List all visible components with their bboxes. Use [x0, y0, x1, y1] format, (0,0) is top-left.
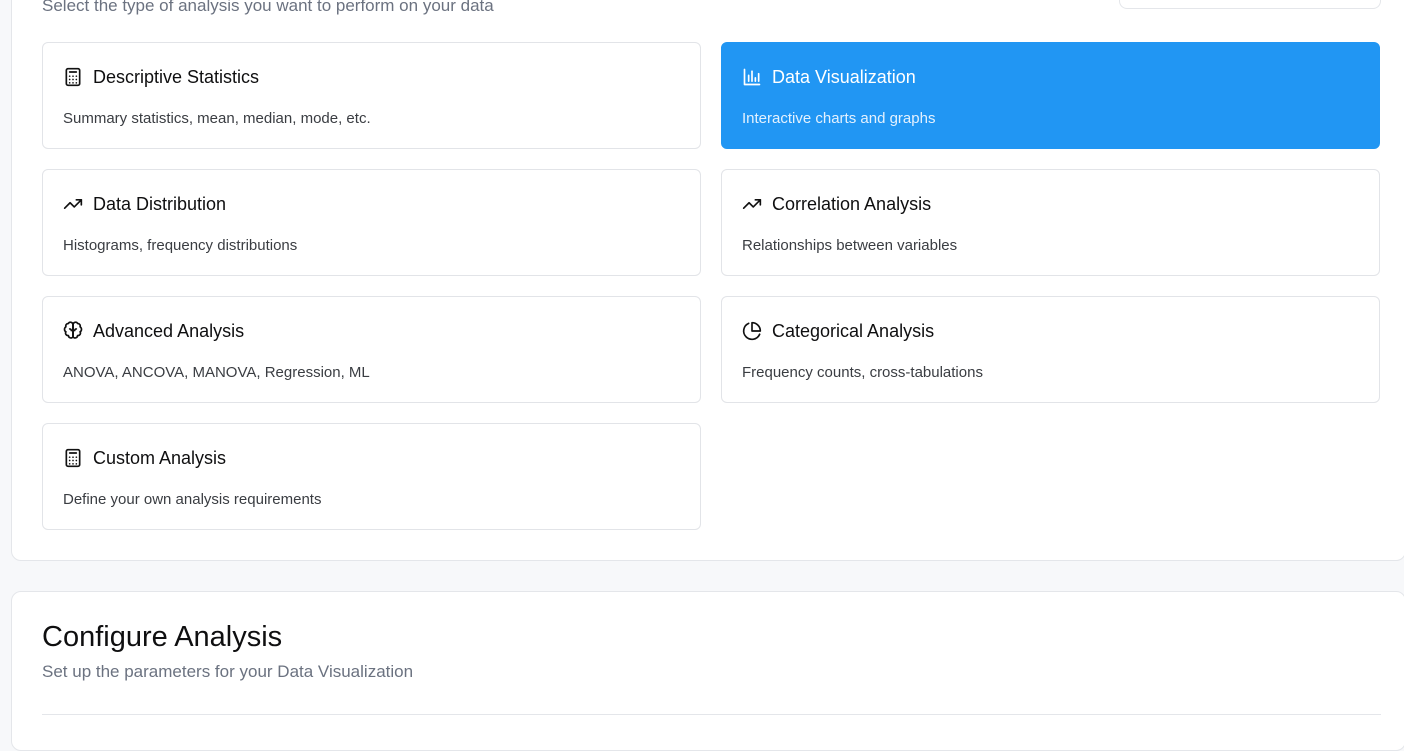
card-title: Data Visualization [772, 67, 916, 87]
card-description: Histograms, frequency distributions [63, 237, 298, 254]
trending-up-icon [63, 194, 83, 214]
analysis-type-subtitle: Select the type of analysis you want to … [42, 0, 494, 15]
card-data-visualization[interactable]: Data Visualization Interactive charts an… [721, 42, 1380, 149]
calculator-icon [63, 448, 83, 468]
card-title: Advanced Analysis [93, 321, 245, 341]
card-custom-analysis[interactable]: Custom Analysis Define your own analysis… [42, 423, 701, 530]
divider [42, 714, 1381, 715]
card-description: Define your own analysis requirements [63, 491, 322, 508]
panel-header-control[interactable] [1119, 0, 1381, 9]
card-data-distribution[interactable]: Data Distribution Histograms, frequency … [42, 169, 701, 276]
card-title: Descriptive Statistics [93, 67, 260, 87]
trending-up-icon [742, 194, 762, 214]
card-descriptive-statistics[interactable]: Descriptive Statistics Summary statistic… [42, 42, 701, 149]
card-categorical-analysis[interactable]: Categorical Analysis Frequency counts, c… [721, 296, 1380, 403]
card-description: ANOVA, ANCOVA, MANOVA, Regression, ML [63, 364, 370, 381]
card-title: Custom Analysis [93, 448, 227, 468]
card-description: Interactive charts and graphs [742, 110, 936, 127]
card-description: Frequency counts, cross-tabulations [742, 364, 983, 381]
card-description: Summary statistics, mean, median, mode, … [63, 110, 371, 127]
card-title: Data Distribution [93, 194, 227, 214]
configure-analysis-title: Configure Analysis [42, 621, 283, 653]
calculator-icon [63, 67, 83, 87]
configure-analysis-panel: Configure Analysis Set up the parameters… [11, 591, 1404, 751]
pie-chart-icon [742, 321, 762, 341]
bar-chart-icon [742, 67, 762, 87]
card-correlation-analysis[interactable]: Correlation Analysis Relationships betwe… [721, 169, 1380, 276]
analysis-type-panel: Select the type of analysis you want to … [11, 0, 1404, 561]
card-title: Correlation Analysis [772, 194, 932, 214]
card-description: Relationships between variables [742, 237, 958, 254]
card-title: Categorical Analysis [772, 321, 935, 341]
brain-icon [63, 321, 83, 341]
card-advanced-analysis[interactable]: Advanced Analysis ANOVA, ANCOVA, MANOVA,… [42, 296, 701, 403]
configure-analysis-subtitle: Set up the parameters for your Data Visu… [42, 662, 414, 681]
